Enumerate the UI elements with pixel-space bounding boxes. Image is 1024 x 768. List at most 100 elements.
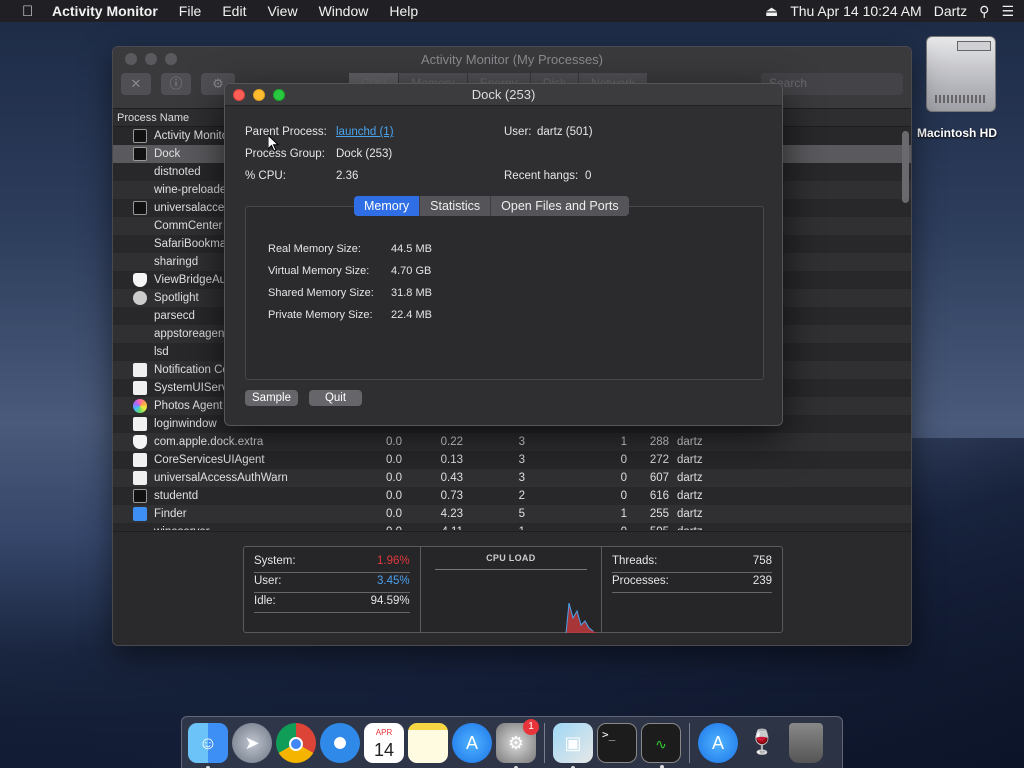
- menu-app-name[interactable]: Activity Monitor: [52, 3, 158, 19]
- blank-icon: [133, 255, 147, 269]
- process-user: dartz: [677, 508, 703, 520]
- system-preferences-icon[interactable]: ⚙ 1: [496, 718, 539, 768]
- macintosh-hd[interactable]: Macintosh HD: [917, 36, 998, 140]
- tab-statistics[interactable]: Statistics: [420, 196, 492, 216]
- process-row[interactable]: com.apple.dock.extra 0.0 0.22 3 1 288 dartz: [113, 433, 911, 451]
- preview-icon[interactable]: ▣: [553, 722, 593, 768]
- process-pid: 616: [649, 490, 669, 502]
- process-row[interactable]: wineserver0.0 4.11 1 0 595 dartz: [113, 523, 911, 530]
- real-memory-value: 44.5 MB: [391, 243, 432, 255]
- document-icon: [133, 471, 147, 485]
- process-threads: 3: [518, 472, 525, 484]
- process-pid: 607: [649, 472, 669, 484]
- process-name: Finder: [154, 508, 187, 520]
- tab-memory-info[interactable]: Memory: [354, 196, 421, 216]
- process-row[interactable]: universalAccessAuthWarn 0.0 0.43 3 0 607 dartz: [113, 469, 911, 487]
- process-idle: 0: [620, 472, 627, 484]
- threads-value: 758: [752, 555, 772, 567]
- dock: ☺ ➤ ✦ APR 14 A ⚙ 1 ▣ >_ ∿ A 🍷: [181, 716, 843, 768]
- blank-icon: [133, 183, 147, 197]
- trash-icon[interactable]: [789, 722, 823, 763]
- eject-icon[interactable]: ⏏: [765, 3, 778, 20]
- blank-icon: [133, 327, 147, 341]
- tab-open-files-and-ports[interactable]: Open Files and Ports: [491, 196, 628, 216]
- menu-edit[interactable]: Edit: [222, 3, 246, 19]
- process-name: studentd: [154, 490, 199, 502]
- window-title: Activity Monitor (My Processes): [420, 52, 604, 67]
- process-user: dartz: [677, 526, 703, 530]
- process-threads: 2: [518, 490, 525, 502]
- blank-icon: [133, 525, 147, 530]
- wine-icon[interactable]: 🍷: [742, 723, 782, 763]
- info-button[interactable]: ⓘ: [161, 73, 191, 95]
- quit-button[interactable]: Quit: [309, 390, 362, 406]
- document-icon: [133, 363, 147, 377]
- blank-icon: [133, 345, 147, 359]
- system-value: 1.96%: [377, 555, 410, 567]
- chrome-icon[interactable]: [276, 722, 316, 763]
- process-user: dartz: [677, 490, 703, 502]
- process-name: com.apple.dock.extra: [154, 436, 264, 448]
- user-value: dartz (501): [537, 126, 593, 138]
- cpu-summary-panel: System: 1.96% User: 3.45% Idle: 94.59% CPU …: [113, 531, 911, 645]
- downloads-icon[interactable]: A: [698, 722, 738, 763]
- notification-center-icon[interactable]: ☰: [1001, 3, 1014, 20]
- terminal-icon: [133, 201, 147, 215]
- process-time: 4.23: [440, 508, 463, 520]
- process-row[interactable]: Finder 0.0 4.23 5 1 255 dartz: [113, 505, 911, 523]
- spotlight-search-icon[interactable]: ⚲: [979, 3, 989, 20]
- shield-icon: [133, 273, 147, 287]
- info-window-title: Dock (253): [471, 87, 536, 102]
- calendar-icon[interactable]: APR 14: [364, 722, 404, 763]
- cpu-load-chart: [565, 602, 597, 633]
- activity-monitor-icon[interactable]: ∿: [641, 722, 681, 768]
- info-window-titlebar: Dock (253): [225, 84, 782, 106]
- process-idle: 0: [620, 490, 627, 502]
- safari-icon[interactable]: ✦: [320, 722, 360, 763]
- recent-hangs-value: 0: [585, 170, 592, 182]
- parent-process-label: Parent Process:: [245, 126, 327, 138]
- blank-icon: [133, 237, 147, 251]
- terminal-icon[interactable]: >_: [597, 722, 637, 763]
- menu-view[interactable]: View: [267, 3, 297, 19]
- dock-separator: [544, 722, 545, 763]
- menu-window[interactable]: Window: [319, 3, 369, 19]
- shared-memory-value: 31.8 MB: [391, 287, 432, 299]
- idle-value: 94.59%: [370, 595, 410, 607]
- process-group-label: Process Group:: [245, 148, 325, 160]
- sample-button[interactable]: Sample: [245, 390, 298, 406]
- process-pid: 255: [649, 508, 669, 520]
- process-idle: 1: [620, 436, 627, 448]
- app-store-icon[interactable]: A: [452, 722, 492, 763]
- user-label: User:: [504, 126, 532, 138]
- process-time: 0.43: [440, 472, 463, 484]
- parent-process-link[interactable]: launchd (1): [336, 126, 394, 138]
- menu-help[interactable]: Help: [389, 3, 418, 19]
- blank-icon: [133, 219, 147, 233]
- finder-icon[interactable]: ☺: [188, 722, 228, 768]
- user-label: User:: [254, 575, 282, 587]
- notes-icon[interactable]: [408, 722, 448, 763]
- finder-icon: [133, 507, 147, 521]
- cpu-percent-value: 2.36: [336, 170, 359, 182]
- process-info-window: Dock (253) Parent Process: launchd (1) P…: [224, 83, 783, 426]
- document-icon: [133, 381, 147, 395]
- process-row[interactable]: studentd 0.0 0.73 2 0 616 dartz: [113, 487, 911, 505]
- process-row[interactable]: CoreServicesUIAgent 0.0 0.13 3 0 272 dartz: [113, 451, 911, 469]
- process-name: universalAccessAuthWarn: [154, 472, 288, 484]
- menu-user[interactable]: Dartz: [934, 3, 967, 19]
- menu-clock[interactable]: Thu Apr 14 10:24 AM: [790, 3, 922, 19]
- vertical-scrollbar[interactable]: [902, 131, 909, 203]
- process-threads: 5: [518, 508, 525, 520]
- terminal-icon: [133, 489, 147, 503]
- user-value: 3.45%: [377, 575, 410, 587]
- apple-menu-icon[interactable]: : [22, 3, 36, 20]
- stop-process-button[interactable]: ✕: [121, 73, 151, 95]
- launchpad-icon[interactable]: ➤: [232, 722, 272, 763]
- process-cpu: 0.0: [386, 472, 402, 484]
- process-threads: 1: [513, 526, 525, 530]
- process-idle: 1: [620, 508, 627, 520]
- process-threads: 3: [518, 436, 525, 448]
- calendar-month: APR: [375, 727, 393, 737]
- menu-file[interactable]: File: [179, 3, 202, 19]
